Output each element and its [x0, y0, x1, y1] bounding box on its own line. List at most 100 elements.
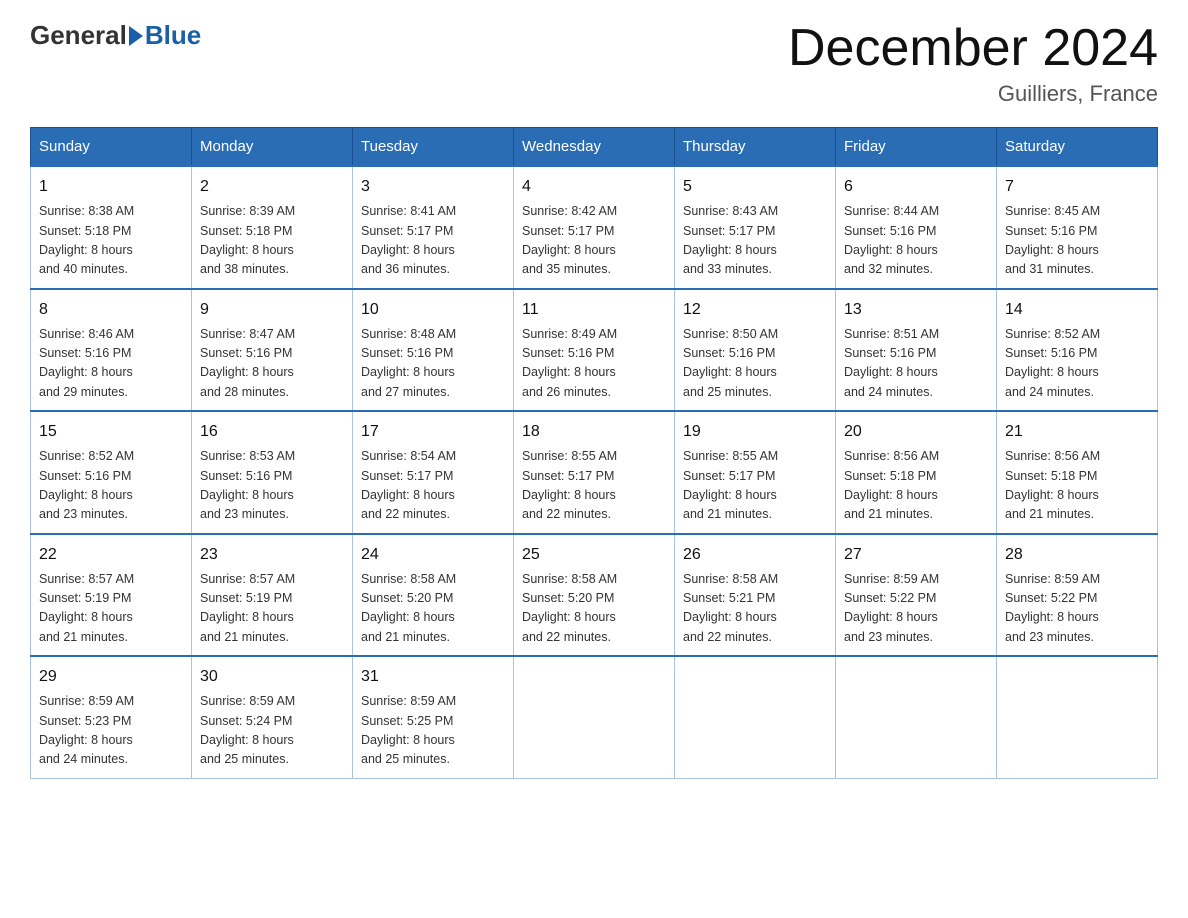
calendar-day-cell: 28 Sunrise: 8:59 AM Sunset: 5:22 PM Dayli…: [997, 534, 1158, 657]
calendar-day-cell: 21Sunrise: 8:56 AM Sunset: 5:18 PM Dayli…: [997, 411, 1158, 534]
calendar-day-cell: 24 Sunrise: 8:58 AM Sunset: 5:20 PM Dayli…: [353, 534, 514, 657]
day-number: 10: [361, 298, 505, 322]
day-number: 4: [522, 175, 666, 199]
day-info: Sunrise: 8:59 AM Sunset: 5:22 PM Dayligh…: [844, 570, 988, 648]
weekday-header-wednesday: Wednesday: [514, 128, 675, 167]
calendar-day-cell: 6Sunrise: 8:44 AM Sunset: 5:16 PM Daylig…: [836, 166, 997, 289]
day-info: Sunrise: 8:54 AM Sunset: 5:17 PM Dayligh…: [361, 447, 505, 525]
calendar-day-cell: 14 Sunrise: 8:52 AM Sunset: 5:16 PM Dayli…: [997, 289, 1158, 412]
day-number: 21: [1005, 420, 1149, 444]
calendar-day-cell: 23 Sunrise: 8:57 AM Sunset: 5:19 PM Dayli…: [192, 534, 353, 657]
calendar-day-cell: [997, 656, 1158, 778]
calendar-week-row: 8 Sunrise: 8:46 AM Sunset: 5:16 PM Daylig…: [31, 289, 1158, 412]
weekday-header-row: SundayMondayTuesdayWednesdayThursdayFrid…: [31, 128, 1158, 167]
day-number: 6: [844, 175, 988, 199]
day-number: 16: [200, 420, 344, 444]
day-info: Sunrise: 8:52 AM Sunset: 5:16 PM Dayligh…: [1005, 325, 1149, 403]
day-info: Sunrise: 8:55 AM Sunset: 5:17 PM Dayligh…: [683, 447, 827, 525]
logo-arrow-icon: [129, 26, 143, 46]
day-number: 8: [39, 298, 183, 322]
weekday-header-sunday: Sunday: [31, 128, 192, 167]
day-number: 13: [844, 298, 988, 322]
calendar-day-cell: 25 Sunrise: 8:58 AM Sunset: 5:20 PM Dayli…: [514, 534, 675, 657]
day-number: 5: [683, 175, 827, 199]
day-info: Sunrise: 8:46 AM Sunset: 5:16 PM Dayligh…: [39, 325, 183, 403]
weekday-header-saturday: Saturday: [997, 128, 1158, 167]
day-info: Sunrise: 8:53 AM Sunset: 5:16 PM Dayligh…: [200, 447, 344, 525]
day-info: Sunrise: 8:59 AM Sunset: 5:24 PM Dayligh…: [200, 692, 344, 770]
calendar-day-cell: 19 Sunrise: 8:55 AM Sunset: 5:17 PM Dayli…: [675, 411, 836, 534]
day-number: 9: [200, 298, 344, 322]
day-info: Sunrise: 8:39 AM Sunset: 5:18 PM Dayligh…: [200, 202, 344, 280]
calendar-day-cell: 12 Sunrise: 8:50 AM Sunset: 5:16 PM Dayli…: [675, 289, 836, 412]
day-info: Sunrise: 8:42 AM Sunset: 5:17 PM Dayligh…: [522, 202, 666, 280]
day-info: Sunrise: 8:51 AM Sunset: 5:16 PM Dayligh…: [844, 325, 988, 403]
calendar-day-cell: 9Sunrise: 8:47 AM Sunset: 5:16 PM Daylig…: [192, 289, 353, 412]
day-info: Sunrise: 8:58 AM Sunset: 5:20 PM Dayligh…: [361, 570, 505, 648]
day-info: Sunrise: 8:56 AM Sunset: 5:18 PM Dayligh…: [844, 447, 988, 525]
day-number: 23: [200, 543, 344, 567]
calendar-day-cell: 20 Sunrise: 8:56 AM Sunset: 5:18 PM Dayli…: [836, 411, 997, 534]
day-info: Sunrise: 8:43 AM Sunset: 5:17 PM Dayligh…: [683, 202, 827, 280]
calendar-day-cell: 3Sunrise: 8:41 AM Sunset: 5:17 PM Daylig…: [353, 166, 514, 289]
calendar-day-cell: 16 Sunrise: 8:53 AM Sunset: 5:16 PM Dayli…: [192, 411, 353, 534]
day-number: 11: [522, 298, 666, 322]
day-number: 22: [39, 543, 183, 567]
day-info: Sunrise: 8:59 AM Sunset: 5:25 PM Dayligh…: [361, 692, 505, 770]
logo-general-text: General: [30, 20, 127, 51]
calendar-day-cell: 2Sunrise: 8:39 AM Sunset: 5:18 PM Daylig…: [192, 166, 353, 289]
day-info: Sunrise: 8:50 AM Sunset: 5:16 PM Dayligh…: [683, 325, 827, 403]
calendar-day-cell: 31 Sunrise: 8:59 AM Sunset: 5:25 PM Dayli…: [353, 656, 514, 778]
day-number: 7: [1005, 175, 1149, 199]
calendar-day-cell: 13 Sunrise: 8:51 AM Sunset: 5:16 PM Dayli…: [836, 289, 997, 412]
day-number: 30: [200, 665, 344, 689]
calendar-week-row: 29Sunrise: 8:59 AM Sunset: 5:23 PM Dayli…: [31, 656, 1158, 778]
day-number: 1: [39, 175, 183, 199]
page-header: General Blue December 2024 Guilliers, Fr…: [30, 20, 1158, 107]
day-info: Sunrise: 8:58 AM Sunset: 5:20 PM Dayligh…: [522, 570, 666, 648]
day-number: 14: [1005, 298, 1149, 322]
weekday-header-thursday: Thursday: [675, 128, 836, 167]
day-number: 18: [522, 420, 666, 444]
day-info: Sunrise: 8:52 AM Sunset: 5:16 PM Dayligh…: [39, 447, 183, 525]
calendar-day-cell: 30 Sunrise: 8:59 AM Sunset: 5:24 PM Dayli…: [192, 656, 353, 778]
day-info: Sunrise: 8:48 AM Sunset: 5:16 PM Dayligh…: [361, 325, 505, 403]
logo-blue-text: Blue: [145, 20, 201, 51]
day-number: 26: [683, 543, 827, 567]
calendar-day-cell: 5 Sunrise: 8:43 AM Sunset: 5:17 PM Daylig…: [675, 166, 836, 289]
calendar-day-cell: [514, 656, 675, 778]
calendar-day-cell: 11 Sunrise: 8:49 AM Sunset: 5:16 PM Dayli…: [514, 289, 675, 412]
day-info: Sunrise: 8:45 AM Sunset: 5:16 PM Dayligh…: [1005, 202, 1149, 280]
day-number: 19: [683, 420, 827, 444]
weekday-header-tuesday: Tuesday: [353, 128, 514, 167]
month-title: December 2024: [788, 20, 1158, 77]
day-number: 28: [1005, 543, 1149, 567]
day-info: Sunrise: 8:41 AM Sunset: 5:17 PM Dayligh…: [361, 202, 505, 280]
calendar-day-cell: 18 Sunrise: 8:55 AM Sunset: 5:17 PM Dayli…: [514, 411, 675, 534]
day-number: 20: [844, 420, 988, 444]
calendar-day-cell: 10 Sunrise: 8:48 AM Sunset: 5:16 PM Dayli…: [353, 289, 514, 412]
calendar-day-cell: 1 Sunrise: 8:38 AM Sunset: 5:18 PM Daylig…: [31, 166, 192, 289]
calendar-day-cell: [675, 656, 836, 778]
day-number: 25: [522, 543, 666, 567]
day-info: Sunrise: 8:49 AM Sunset: 5:16 PM Dayligh…: [522, 325, 666, 403]
day-info: Sunrise: 8:59 AM Sunset: 5:22 PM Dayligh…: [1005, 570, 1149, 648]
day-info: Sunrise: 8:38 AM Sunset: 5:18 PM Dayligh…: [39, 202, 183, 280]
day-number: 24: [361, 543, 505, 567]
calendar-week-row: 15Sunrise: 8:52 AM Sunset: 5:16 PM Dayli…: [31, 411, 1158, 534]
logo: General Blue: [30, 20, 201, 51]
day-info: Sunrise: 8:57 AM Sunset: 5:19 PM Dayligh…: [200, 570, 344, 648]
day-info: Sunrise: 8:55 AM Sunset: 5:17 PM Dayligh…: [522, 447, 666, 525]
weekday-header-friday: Friday: [836, 128, 997, 167]
calendar-day-cell: 29Sunrise: 8:59 AM Sunset: 5:23 PM Dayli…: [31, 656, 192, 778]
day-number: 12: [683, 298, 827, 322]
calendar-week-row: 22 Sunrise: 8:57 AM Sunset: 5:19 PM Dayli…: [31, 534, 1158, 657]
day-number: 31: [361, 665, 505, 689]
calendar-day-cell: 15Sunrise: 8:52 AM Sunset: 5:16 PM Dayli…: [31, 411, 192, 534]
calendar-day-cell: 4 Sunrise: 8:42 AM Sunset: 5:17 PM Daylig…: [514, 166, 675, 289]
day-number: 17: [361, 420, 505, 444]
calendar-day-cell: [836, 656, 997, 778]
day-number: 29: [39, 665, 183, 689]
location-text: Guilliers, France: [788, 81, 1158, 107]
calendar-day-cell: 7 Sunrise: 8:45 AM Sunset: 5:16 PM Daylig…: [997, 166, 1158, 289]
